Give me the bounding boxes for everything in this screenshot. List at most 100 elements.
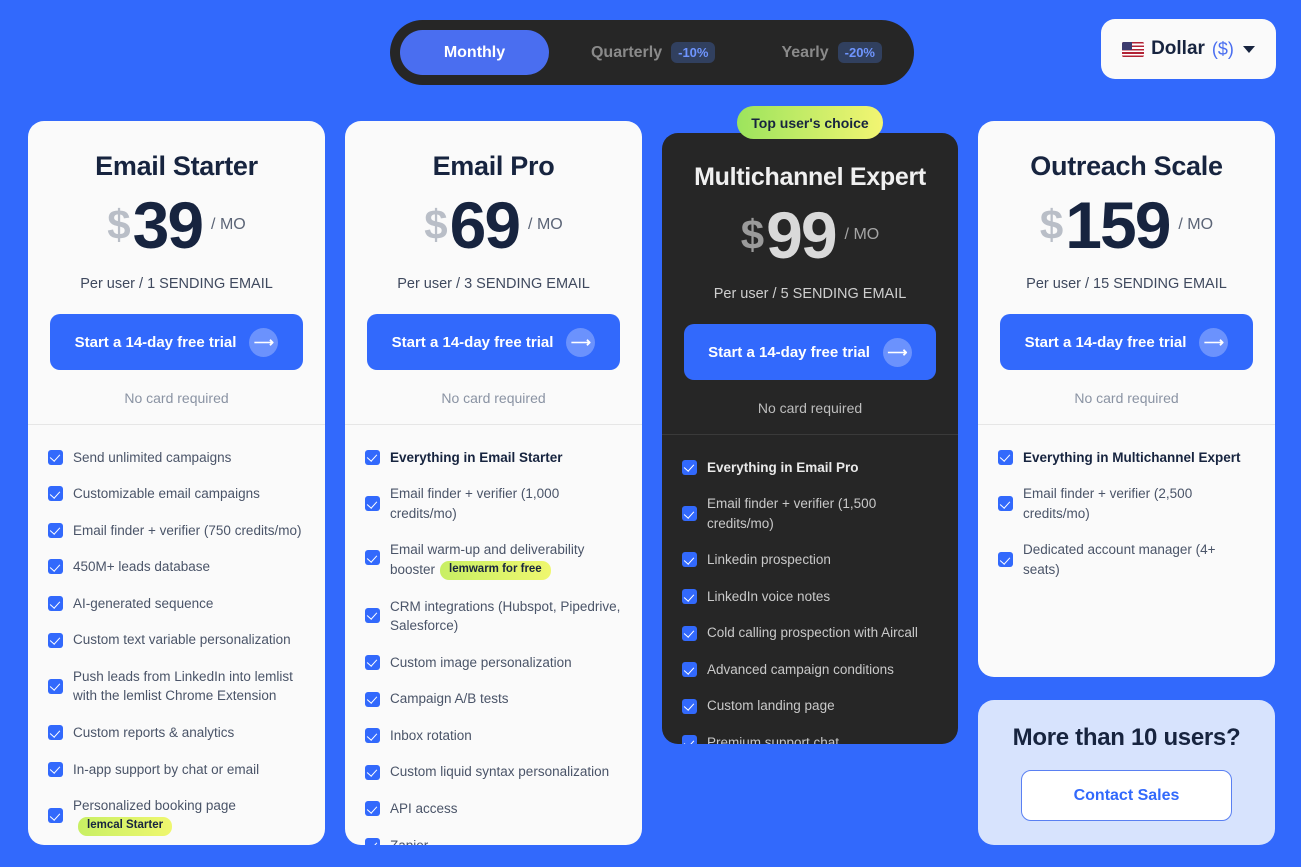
price-amount: 99 (766, 198, 837, 272)
feature-item: Email finder + verifier (750 credits/mo) (48, 512, 305, 549)
check-icon (48, 808, 63, 824)
price-currency-mark: $ (1039, 201, 1064, 248)
price-period: / MO (528, 216, 563, 233)
price-period: / MO (1178, 216, 1214, 233)
feature-label: Dedicated account manager (4+ seats) (1023, 542, 1216, 577)
feature-label: Advanced campaign conditions (707, 661, 894, 677)
feature-label: Email finder + verifier (1,000 credits/m… (390, 486, 560, 521)
contact-box-title: More than 10 users? (1012, 724, 1241, 751)
feature-label: Custom text variable personalization (73, 632, 291, 648)
feature-text: Personalized booking page (73, 798, 236, 814)
check-icon (998, 496, 1013, 512)
check-icon (48, 449, 63, 465)
feature-label: AI-generated sequence (73, 595, 214, 611)
feature-item: Custom reports & analytics (48, 715, 305, 752)
feature-item: Custom liquid syntax personalization (365, 754, 622, 791)
start-free-trial-label: Start a 14-day free trial (708, 343, 870, 361)
start-free-trial-button[interactable]: Start a 14-day free trial ⟶ (1000, 314, 1253, 370)
check-icon (365, 654, 380, 670)
feature-label: Everything in Email Pro (707, 459, 859, 475)
check-icon (998, 449, 1013, 465)
feature-item: Send unlimited campaigns (48, 439, 305, 476)
price-currency-mark: $ (107, 201, 131, 248)
feature-item: Everything in Email Starter (365, 439, 622, 476)
feature-item: Advanced campaign conditions (682, 651, 938, 688)
price-period: / MO (211, 216, 246, 233)
feature-item: LinkedIn voice notes (682, 578, 938, 615)
check-icon (365, 801, 380, 817)
pricing-card-email-pro: Email Pro $ 69 / MO Per user / 3 SENDING… (345, 121, 642, 845)
feature-tag: lemwarm for free (440, 560, 551, 580)
check-icon (682, 506, 697, 522)
price-currency-mark: $ (424, 201, 448, 248)
feature-item: Email finder + verifier (1,000 credits/m… (365, 476, 622, 532)
feature-item: Zapier (365, 827, 622, 845)
arrow-right-icon: ⟶ (566, 327, 596, 357)
check-icon (682, 698, 697, 714)
feature-item: Custom text variable personalization (48, 622, 305, 659)
check-icon (365, 837, 380, 845)
feature-label: Push leads from LinkedIn into lemlist wi… (73, 668, 293, 704)
feature-list: Everything in Multichannel Expert Email … (978, 425, 1275, 588)
feature-item: Email finder + verifier (2,500 credits/m… (998, 476, 1255, 532)
feature-label: Email finder + verifier (2,500 credits/m… (1023, 486, 1193, 521)
plan-subline: Per user / 1 SENDING EMAIL (80, 276, 273, 292)
contact-sales-button[interactable]: Contact Sales (1021, 770, 1232, 821)
check-icon (48, 632, 63, 648)
feature-label: Personalized booking page lemcal Starter (73, 796, 236, 836)
feature-item: Premium support chat (682, 725, 938, 744)
card-header: Multichannel Expert $ 99 / MO Per user /… (662, 133, 958, 302)
feature-item: Customizable email campaigns (48, 476, 305, 513)
feature-list: Everything in Email Starter Email finder… (345, 425, 642, 845)
check-icon (365, 728, 380, 744)
start-free-trial-button[interactable]: Start a 14-day free trial ⟶ (50, 314, 303, 370)
feature-label: Custom liquid syntax personalization (390, 764, 610, 780)
feature-item: 450M+ leads database (48, 549, 305, 586)
check-icon (365, 496, 380, 512)
no-card-required-note: No card required (124, 390, 229, 406)
feature-label: In-app support by chat or email (73, 761, 260, 777)
enterprise-contact-box: More than 10 users? Contact Sales (978, 700, 1275, 845)
feature-item: In-app support by chat or email (48, 751, 305, 788)
check-icon (48, 761, 63, 777)
check-icon (998, 552, 1013, 568)
feature-label: Linkedin prospection (707, 552, 831, 568)
feature-label: Email finder + verifier (750 credits/mo) (73, 522, 302, 538)
card-header: Email Pro $ 69 / MO Per user / 3 SENDING… (345, 121, 642, 292)
feature-label: LinkedIn voice notes (707, 588, 831, 604)
start-free-trial-button[interactable]: Start a 14-day free trial ⟶ (684, 324, 936, 380)
check-icon (682, 735, 697, 744)
check-icon (682, 552, 697, 568)
check-icon (48, 678, 63, 694)
pricing-page: Monthly Quarterly -10% Yearly -20% Dolla… (0, 0, 1301, 867)
pricing-card-outreach-scale: Outreach Scale $ 159 / MO Per user / 15 … (978, 121, 1275, 677)
feature-item: Everything in Email Pro (682, 449, 938, 486)
check-icon (682, 589, 697, 605)
check-icon (48, 596, 63, 612)
arrow-right-icon: ⟶ (249, 327, 279, 357)
no-card-required-note: No card required (757, 400, 863, 416)
check-icon (365, 764, 380, 780)
start-free-trial-label: Start a 14-day free trial (1024, 333, 1187, 351)
feature-item: Campaign A/B tests (365, 681, 622, 718)
plan-subline: Per user / 5 SENDING EMAIL (713, 286, 907, 302)
feature-item: Email finder + verifier (1,500 credits/m… (682, 486, 938, 542)
feature-label: Zapier (390, 836, 428, 845)
feature-item: Linkedin prospection (682, 542, 938, 579)
feature-list: Send unlimited campaigns Customizable em… (28, 425, 325, 844)
plan-name: Multichannel Expert (694, 163, 926, 191)
pricing-card-email-starter: Email Starter $ 39 / MO Per user / 1 SEN… (28, 121, 325, 845)
feature-label: Cold calling prospection with Aircall (707, 625, 918, 641)
feature-item: Inbox rotation (365, 717, 622, 754)
feature-label: Send unlimited campaigns (73, 449, 232, 465)
feature-label: Custom reports & analytics (73, 725, 235, 740)
feature-item: Push leads from LinkedIn into lemlist wi… (48, 658, 305, 714)
feature-label: Premium support chat (707, 735, 840, 744)
feature-label: Customizable email campaigns (73, 486, 260, 502)
price-amount: 69 (449, 188, 521, 262)
price-period: / MO (844, 226, 880, 243)
start-free-trial-button[interactable]: Start a 14-day free trial ⟶ (367, 314, 620, 370)
feature-item: Cold calling prospection with Aircall (682, 615, 938, 652)
feature-item: API access (365, 790, 622, 827)
feature-label: Custom image personalization (390, 654, 572, 670)
